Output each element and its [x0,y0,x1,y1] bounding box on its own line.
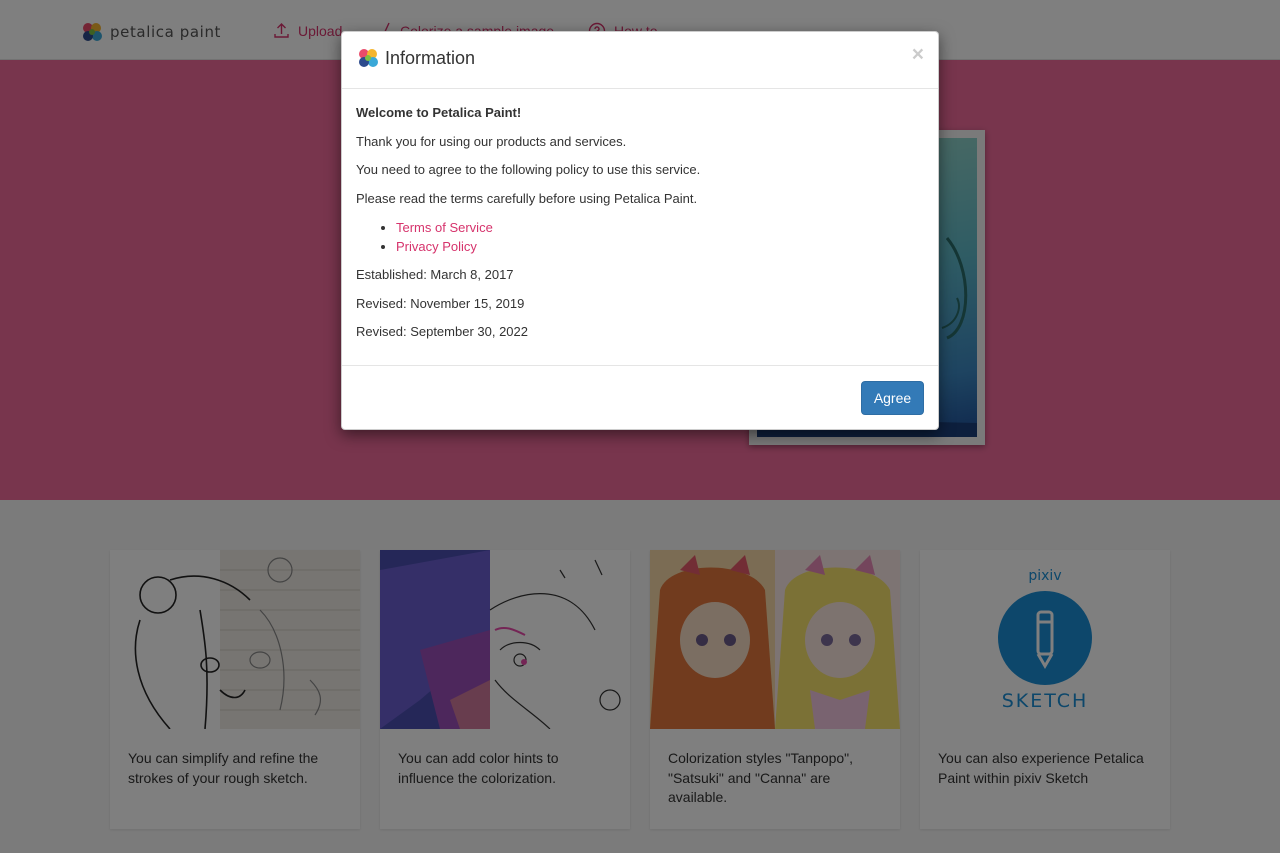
privacy-policy-link[interactable]: Privacy Policy [396,239,477,254]
revised-date-1: Revised: November 15, 2019 [356,295,525,311]
body-line-read: Please read the terms carefully before u… [356,190,698,206]
modal-body: Welcome to Petalica Paint! Thank you for… [356,104,924,352]
established-date: Established: March 8, 2017 [356,267,514,282]
policy-links-list: Terms of Service Privacy Policy [396,218,924,256]
body-line-thanks: Thank you for using our products and ser… [356,133,627,149]
modal-header: Information × [342,32,938,89]
welcome-heading: Welcome to Petalica Paint! [356,105,522,120]
agree-button[interactable]: Agree [861,381,924,415]
terms-of-service-link[interactable]: Terms of Service [396,220,493,235]
petalica-logo-icon [359,49,378,67]
body-line-agree: You need to agree to the following polic… [356,162,701,177]
information-modal: Information × Welcome to Petalica Paint!… [341,31,939,430]
close-icon[interactable]: × [912,44,924,65]
modal-title: Information [385,48,476,68]
modal-footer: Agree [342,365,938,429]
revised-date-2: Revised: September 30, 2022 [356,324,528,339]
